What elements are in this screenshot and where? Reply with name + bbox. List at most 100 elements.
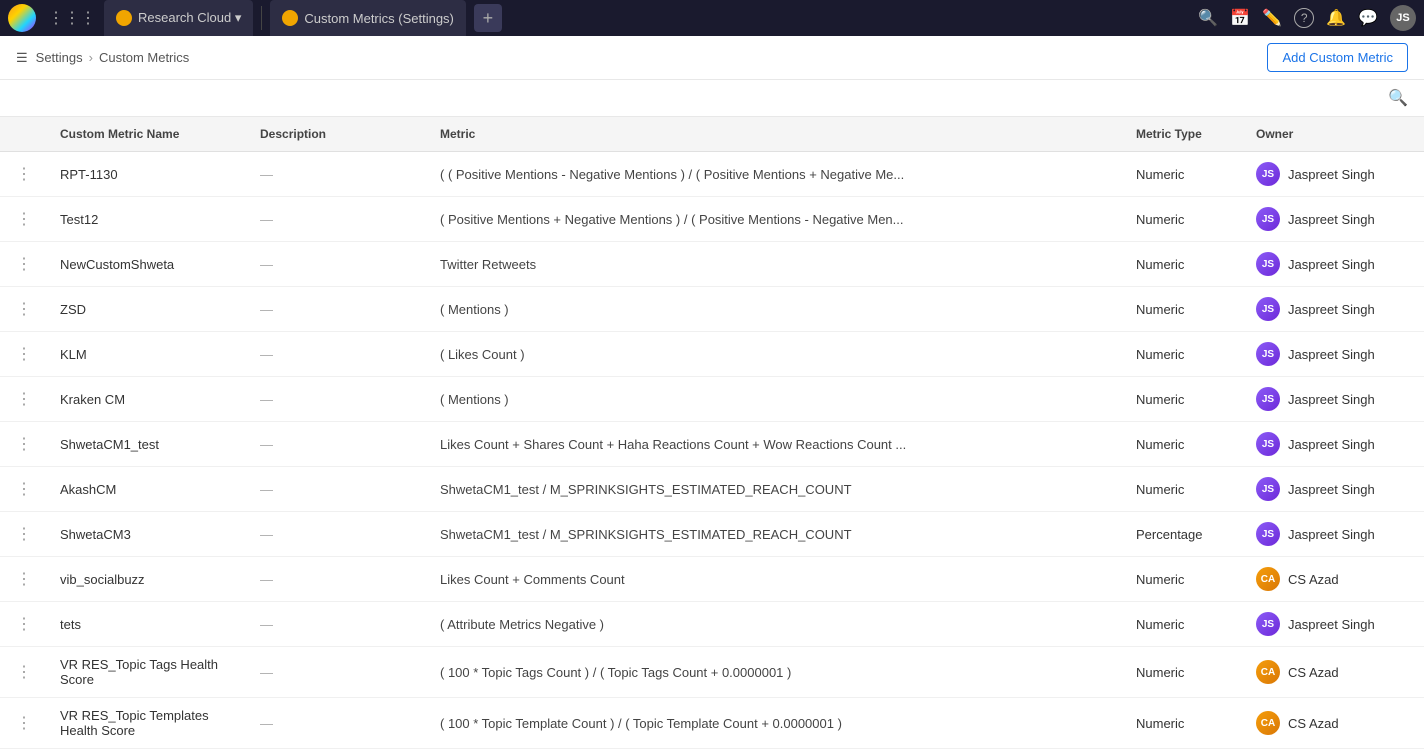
research-cloud-icon bbox=[116, 10, 132, 26]
help-nav-icon[interactable]: ? bbox=[1294, 8, 1314, 28]
metric-name-cell: tets bbox=[48, 602, 248, 647]
owner-avatar: JS bbox=[1256, 477, 1280, 501]
breadcrumb-separator: › bbox=[89, 50, 93, 65]
metric-desc-cell: — bbox=[248, 197, 428, 242]
grid-icon[interactable]: ⋮⋮⋮ bbox=[44, 4, 100, 32]
table-row: ⋮ KLM — ( Likes Count ) Numeric JS Jaspr… bbox=[0, 332, 1424, 377]
table-header-row: Custom Metric Name Description Metric Me… bbox=[0, 117, 1424, 152]
table-row: ⋮ vib_socialbuzz — Likes Count + Comment… bbox=[0, 557, 1424, 602]
calendar-nav-icon[interactable]: 📅 bbox=[1230, 8, 1250, 28]
chat-nav-icon[interactable]: 💬 bbox=[1358, 8, 1378, 28]
table-header-metric-type: Metric Type bbox=[1124, 117, 1244, 152]
breadcrumb-settings[interactable]: Settings bbox=[36, 50, 83, 65]
row-menu-icon[interactable]: ⋮ bbox=[0, 467, 48, 512]
owner-name: Jaspreet Singh bbox=[1288, 482, 1375, 497]
table-row: ⋮ AkashCM — ShwetaCM1_test / M_SPRINKSIG… bbox=[0, 467, 1424, 512]
nav-right-icons: 🔍 📅 ✏️ ? 🔔 💬 JS bbox=[1198, 5, 1416, 31]
metric-desc-cell: — bbox=[248, 242, 428, 287]
sidebar-toggle-icon[interactable]: ☰ bbox=[16, 50, 28, 66]
metric-formula-cell: ( Positive Mentions + Negative Mentions … bbox=[428, 197, 1124, 242]
search-nav-icon[interactable]: 🔍 bbox=[1198, 8, 1218, 28]
metric-desc-cell: — bbox=[248, 698, 428, 749]
metric-name-cell: Test12 bbox=[48, 197, 248, 242]
metric-owner-cell: JS Jaspreet Singh bbox=[1244, 242, 1424, 287]
owner-avatar: JS bbox=[1256, 387, 1280, 411]
metric-name-cell: AkashCM bbox=[48, 467, 248, 512]
metric-desc-cell: — bbox=[248, 152, 428, 197]
custom-metrics-table: Custom Metric Name Description Metric Me… bbox=[0, 117, 1424, 749]
metric-formula-cell: ( ( Positive Mentions - Negative Mention… bbox=[428, 152, 1124, 197]
metric-formula-cell: ShwetaCM1_test / M_SPRINKSIGHTS_ESTIMATE… bbox=[428, 512, 1124, 557]
metric-type-cell: Numeric bbox=[1124, 602, 1244, 647]
metric-type-cell: Numeric bbox=[1124, 377, 1244, 422]
owner-avatar: JS bbox=[1256, 342, 1280, 366]
breadcrumb: Settings › Custom Metrics bbox=[36, 50, 190, 65]
metric-type-cell: Numeric bbox=[1124, 152, 1244, 197]
metric-name-cell: ZSD bbox=[48, 287, 248, 332]
metric-type-cell: Numeric bbox=[1124, 647, 1244, 698]
row-menu-icon[interactable]: ⋮ bbox=[0, 698, 48, 749]
metric-type-cell: Numeric bbox=[1124, 197, 1244, 242]
table-row: ⋮ Kraken CM — ( Mentions ) Numeric JS Ja… bbox=[0, 377, 1424, 422]
metric-owner-cell: CA CS Azad bbox=[1244, 647, 1424, 698]
row-menu-icon[interactable]: ⋮ bbox=[0, 647, 48, 698]
row-menu-icon[interactable]: ⋮ bbox=[0, 602, 48, 647]
metric-name-cell: RPT-1130 bbox=[48, 152, 248, 197]
row-menu-icon[interactable]: ⋮ bbox=[0, 152, 48, 197]
add-tab-button[interactable]: + bbox=[474, 4, 502, 32]
add-custom-metric-button[interactable]: Add Custom Metric bbox=[1267, 43, 1408, 72]
row-menu-icon[interactable]: ⋮ bbox=[0, 377, 48, 422]
row-menu-icon[interactable]: ⋮ bbox=[0, 557, 48, 602]
table-header-name: Custom Metric Name bbox=[48, 117, 248, 152]
custom-metrics-tab[interactable]: Custom Metrics (Settings) bbox=[270, 0, 466, 36]
top-navigation: ⋮⋮⋮ Research Cloud ▾ Custom Metrics (Set… bbox=[0, 0, 1424, 36]
metric-owner-cell: JS Jaspreet Singh bbox=[1244, 377, 1424, 422]
table-row: ⋮ VR RES_Topic Tags Health Score — ( 100… bbox=[0, 647, 1424, 698]
metric-formula-cell: ( Attribute Metrics Negative ) bbox=[428, 602, 1124, 647]
metric-type-cell: Numeric bbox=[1124, 422, 1244, 467]
bell-nav-icon[interactable]: 🔔 bbox=[1326, 8, 1346, 28]
row-menu-icon[interactable]: ⋮ bbox=[0, 197, 48, 242]
metric-name-cell: VR RES_Topic Tags Health Score bbox=[48, 647, 248, 698]
metric-type-cell: Numeric bbox=[1124, 332, 1244, 377]
metric-type-cell: Numeric bbox=[1124, 287, 1244, 332]
row-menu-icon[interactable]: ⋮ bbox=[0, 332, 48, 377]
metric-owner-cell: JS Jaspreet Singh bbox=[1244, 512, 1424, 557]
table-search-button[interactable]: 🔍 bbox=[1388, 88, 1408, 108]
metric-owner-cell: JS Jaspreet Singh bbox=[1244, 197, 1424, 242]
owner-name: Jaspreet Singh bbox=[1288, 527, 1375, 542]
metric-formula-cell: Twitter Retweets bbox=[428, 242, 1124, 287]
table-row: ⋮ tets — ( Attribute Metrics Negative ) … bbox=[0, 602, 1424, 647]
app-logo[interactable] bbox=[8, 4, 36, 32]
metric-formula-cell: Likes Count + Shares Count + Haha Reacti… bbox=[428, 422, 1124, 467]
edit-nav-icon[interactable]: ✏️ bbox=[1262, 8, 1282, 28]
metric-name-cell: NewCustomShweta bbox=[48, 242, 248, 287]
owner-name: Jaspreet Singh bbox=[1288, 392, 1375, 407]
owner-name: Jaspreet Singh bbox=[1288, 347, 1375, 362]
owner-name: Jaspreet Singh bbox=[1288, 212, 1375, 227]
owner-name: Jaspreet Singh bbox=[1288, 302, 1375, 317]
metric-owner-cell: JS Jaspreet Singh bbox=[1244, 467, 1424, 512]
row-menu-icon[interactable]: ⋮ bbox=[0, 512, 48, 557]
metric-type-cell: Percentage bbox=[1124, 512, 1244, 557]
metric-type-cell: Numeric bbox=[1124, 698, 1244, 749]
table-header-metric: Metric bbox=[428, 117, 1124, 152]
owner-avatar: JS bbox=[1256, 252, 1280, 276]
metric-type-cell: Numeric bbox=[1124, 467, 1244, 512]
row-menu-icon[interactable]: ⋮ bbox=[0, 242, 48, 287]
table-row: ⋮ NewCustomShweta — Twitter Retweets Num… bbox=[0, 242, 1424, 287]
table-header-owner: Owner bbox=[1244, 117, 1424, 152]
custom-metrics-tab-icon bbox=[282, 10, 298, 26]
owner-avatar: JS bbox=[1256, 207, 1280, 231]
row-menu-icon[interactable]: ⋮ bbox=[0, 422, 48, 467]
metric-desc-cell: — bbox=[248, 377, 428, 422]
metric-desc-cell: — bbox=[248, 287, 428, 332]
row-menu-icon[interactable]: ⋮ bbox=[0, 287, 48, 332]
metric-formula-cell: ( Mentions ) bbox=[428, 377, 1124, 422]
research-cloud-tab[interactable]: Research Cloud ▾ bbox=[104, 0, 253, 36]
metric-desc-cell: — bbox=[248, 467, 428, 512]
table-row: ⋮ ShwetaCM3 — ShwetaCM1_test / M_SPRINKS… bbox=[0, 512, 1424, 557]
user-avatar[interactable]: JS bbox=[1390, 5, 1416, 31]
metric-type-cell: Numeric bbox=[1124, 557, 1244, 602]
owner-avatar: CA bbox=[1256, 660, 1280, 684]
